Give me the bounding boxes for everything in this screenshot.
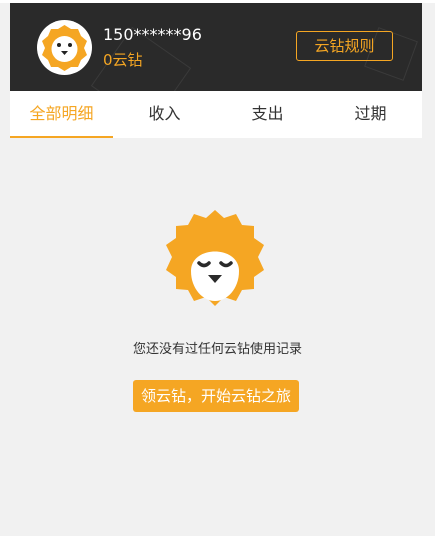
account-header: 150******96 0云钻 云钻规则 (10, 3, 422, 91)
get-coins-button[interactable]: 领云钻，开始云钻之旅 (133, 380, 299, 412)
page: 150******96 0云钻 云钻规则 全部明细 收入 支出 过期 您还没有过… (0, 0, 435, 536)
coin-balance: 0云钻 (103, 51, 143, 69)
avatar[interactable] (37, 20, 92, 75)
coin-rules-button[interactable]: 云钻规则 (296, 31, 393, 61)
tab-expense[interactable]: 支出 (216, 91, 319, 138)
tab-income[interactable]: 收入 (113, 91, 216, 138)
tab-all[interactable]: 全部明细 (10, 91, 113, 138)
user-phone: 150******96 (103, 25, 202, 44)
lion-mascot-icon (42, 25, 87, 71)
sleeping-lion-icon (165, 209, 265, 309)
tab-bar: 全部明细 收入 支出 过期 (10, 91, 422, 138)
tab-expired[interactable]: 过期 (319, 91, 422, 138)
empty-message: 您还没有过任何云钻使用记录 (132, 342, 302, 357)
